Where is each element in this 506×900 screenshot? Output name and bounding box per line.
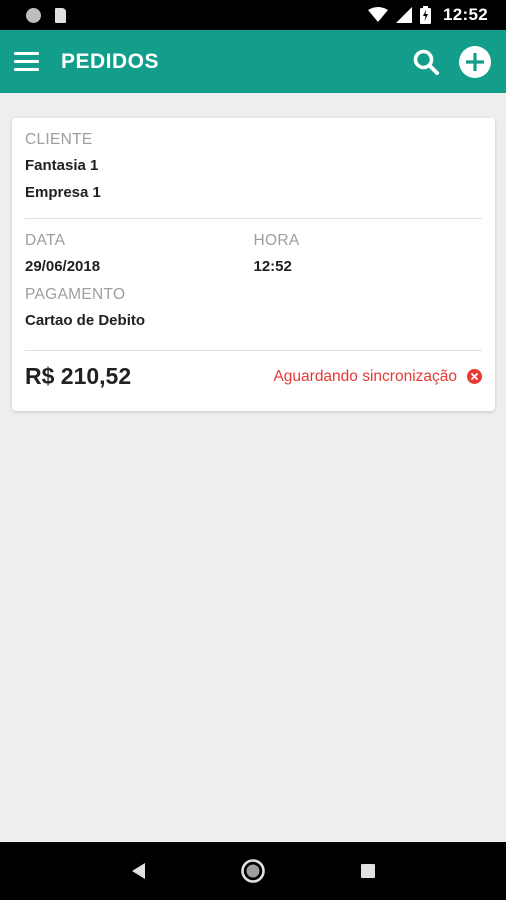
hora-value: 12:52 [253, 258, 292, 275]
menu-icon[interactable] [14, 48, 42, 76]
sync-status: Aguardando sincronização [273, 368, 482, 386]
data-label: DATA [25, 232, 66, 249]
wifi-icon [368, 7, 389, 22]
navigation-bar [0, 842, 506, 900]
sync-error-icon [467, 369, 482, 384]
order-total: R$ 210,52 [25, 363, 132, 389]
home-icon[interactable] [233, 851, 273, 891]
signal-icon [396, 7, 413, 23]
data-value: 29/06/2018 [25, 258, 101, 275]
status-bar: 12:52 [0, 0, 506, 30]
order-card[interactable]: CLIENTE Fantasia 1 Empresa 1 DATA 29/06/… [12, 118, 495, 411]
divider [25, 350, 482, 351]
divider [25, 218, 482, 219]
hora-label: HORA [253, 232, 300, 249]
fantasia-value: Fantasia 1 [25, 157, 99, 174]
clock: 12:52 [443, 5, 488, 24]
app-bar: PEDIDOS [0, 30, 506, 93]
search-icon[interactable] [412, 48, 440, 76]
sd-card-icon [55, 7, 66, 23]
pagamento-value: Cartao de Debito [25, 312, 146, 329]
notification-dot-icon [26, 7, 41, 23]
pagamento-label: PAGAMENTO [25, 286, 126, 303]
battery-icon [420, 6, 432, 24]
page-title: PEDIDOS [61, 49, 160, 73]
sync-status-text: Aguardando sincronização [273, 367, 457, 385]
empresa-value: Empresa 1 [25, 184, 101, 201]
add-icon[interactable] [458, 45, 492, 79]
recents-icon[interactable] [348, 851, 388, 891]
back-icon[interactable] [118, 851, 158, 891]
cliente-label: CLIENTE [25, 131, 93, 148]
